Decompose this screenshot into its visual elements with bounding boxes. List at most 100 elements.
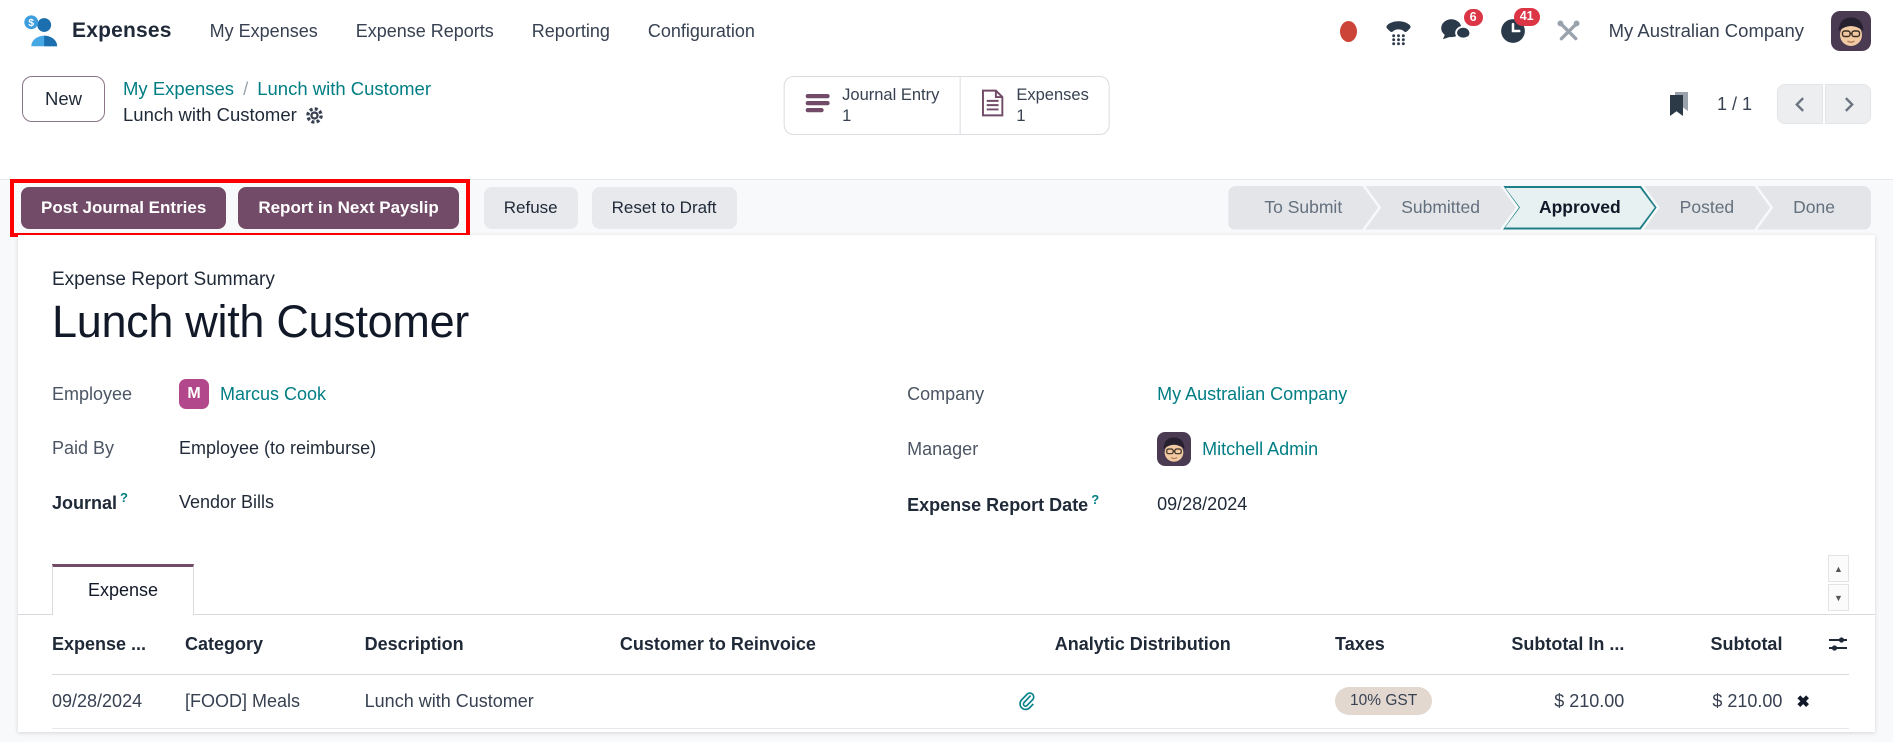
cell-subtotal-in: $ 210.00: [1495, 674, 1624, 728]
status-step-posted[interactable]: Posted: [1644, 186, 1770, 230]
col-description[interactable]: Description: [365, 615, 620, 674]
status-step-submitted[interactable]: Submitted: [1365, 186, 1516, 230]
employee-avatar: M: [179, 379, 209, 409]
field-label: Expense Report Date?: [907, 492, 1157, 516]
breadcrumb-separator: /: [243, 78, 248, 100]
cell-category[interactable]: [FOOD] Meals: [185, 674, 365, 728]
field-label: Paid By: [52, 438, 179, 459]
refuse-button[interactable]: Refuse: [484, 187, 578, 229]
status-step-to-submit[interactable]: To Submit: [1228, 186, 1378, 230]
cell-subtotal: $ 210.00: [1624, 674, 1782, 728]
scroll-up-icon[interactable]: ▲: [1828, 555, 1849, 582]
main-menu: My Expenses Expense Reports Reporting Co…: [210, 21, 755, 42]
status-step-approved[interactable]: Approved: [1503, 186, 1657, 230]
messages-icon[interactable]: 6: [1440, 17, 1471, 46]
app-switcher[interactable]: $ Expenses: [22, 13, 172, 50]
menu-configuration[interactable]: Configuration: [648, 21, 755, 42]
menu-my-expenses[interactable]: My Expenses: [210, 21, 318, 42]
messages-count-badge: 6: [1464, 9, 1483, 27]
field-employee: Employee M Marcus Cook: [52, 378, 907, 410]
col-analytic-distribution[interactable]: Analytic Distribution: [1055, 615, 1335, 674]
pager-counter: 1 / 1: [1717, 94, 1752, 115]
status-step-done[interactable]: Done: [1757, 186, 1871, 230]
menu-reporting[interactable]: Reporting: [532, 21, 610, 42]
field-expense-report-date: Expense Report Date? 09/28/2024: [907, 488, 1841, 520]
field-journal: Journal? Vendor Bills: [52, 486, 907, 518]
employee-link[interactable]: Marcus Cook: [220, 384, 326, 405]
page-title[interactable]: Lunch with Customer: [52, 296, 1841, 348]
help-tooltip-icon[interactable]: ?: [120, 490, 128, 505]
journal-entry-bars-icon: [804, 92, 830, 119]
expense-line-row[interactable]: 09/28/2024 [FOOD] Meals Lunch with Custo…: [52, 674, 1849, 728]
top-navbar: $ Expenses My Expenses Expense Reports R…: [0, 0, 1893, 62]
new-button[interactable]: New: [22, 76, 105, 122]
form-sheet: Expense Report Summary Lunch with Custom…: [18, 235, 1875, 732]
table-scrollbar: ▲ ▼: [1828, 555, 1849, 611]
cell-customer-to-reinvoice[interactable]: [620, 674, 999, 728]
smart-button-label: Journal Entry: [842, 85, 939, 106]
field-label: Journal?: [52, 490, 179, 514]
paid-by-value[interactable]: Employee (to reimburse): [179, 438, 376, 459]
activities-clock-icon[interactable]: 41: [1498, 16, 1528, 46]
breadcrumb-my-expenses[interactable]: My Expenses: [123, 78, 234, 100]
tax-tag[interactable]: 10% GST: [1335, 687, 1432, 715]
field-company: Company My Australian Company: [907, 378, 1841, 410]
scroll-down-icon[interactable]: ▼: [1828, 584, 1849, 611]
cell-analytic-distribution[interactable]: [1055, 674, 1335, 728]
journal-value[interactable]: Vendor Bills: [179, 492, 274, 513]
company-switcher[interactable]: My Australian Company: [1609, 20, 1804, 42]
smart-buttons: Journal Entry 1 Expenses 1: [783, 76, 1110, 135]
app-name: Expenses: [72, 19, 172, 43]
pager-next-button[interactable]: [1825, 84, 1871, 124]
reset-to-draft-button[interactable]: Reset to Draft: [592, 187, 737, 229]
col-attachment: [999, 615, 1055, 674]
post-journal-entries-button[interactable]: Post Journal Entries: [21, 187, 226, 229]
col-subtotal[interactable]: Subtotal: [1624, 615, 1782, 674]
user-avatar[interactable]: [1831, 11, 1871, 51]
activities-count-badge: 41: [1514, 8, 1540, 26]
manager-avatar: [1157, 432, 1191, 466]
breadcrumb-current-record[interactable]: Lunch with Customer: [257, 78, 431, 100]
smart-button-count: 1: [1016, 106, 1088, 127]
svg-text:$: $: [28, 17, 34, 28]
cell-expense-date[interactable]: 09/28/2024: [52, 674, 185, 728]
expenses-app-icon: $: [22, 13, 59, 50]
voip-phone-icon[interactable]: [1384, 17, 1413, 46]
bookmark-favorite-icon[interactable]: [1666, 90, 1692, 118]
menu-expense-reports[interactable]: Expense Reports: [356, 21, 494, 42]
smart-button-label: Expenses: [1016, 85, 1088, 106]
control-panel: New My Expenses / Lunch with Customer Lu…: [0, 62, 1893, 179]
help-tooltip-icon[interactable]: ?: [1091, 492, 1099, 507]
field-paid-by: Paid By Employee (to reimburse): [52, 432, 907, 464]
smart-button-expenses[interactable]: Expenses 1: [959, 77, 1108, 134]
col-expense-date[interactable]: Expense ...: [52, 615, 185, 674]
company-link[interactable]: My Australian Company: [1157, 384, 1347, 405]
red-highlight-annotation: Post Journal Entries Report in Next Pays…: [10, 179, 470, 237]
recording-indicator-icon: [1340, 21, 1357, 42]
col-customer-to-reinvoice[interactable]: Customer to Reinvoice: [620, 615, 999, 674]
notebook-tabs: Expense: [18, 564, 1875, 615]
expense-report-date-value[interactable]: 09/28/2024: [1157, 494, 1247, 515]
field-label: Employee: [52, 384, 179, 405]
summary-label: Expense Report Summary: [52, 269, 1841, 291]
col-taxes[interactable]: Taxes: [1335, 615, 1495, 674]
field-manager: Manager: [907, 432, 1841, 466]
gear-actions-icon[interactable]: [305, 106, 324, 125]
action-bar: Post Journal Entries Report in Next Pays…: [0, 179, 1893, 235]
delete-line-icon[interactable]: ✖: [1782, 694, 1809, 711]
optional-columns-sliders-icon[interactable]: [1782, 634, 1849, 654]
field-label: Company: [907, 384, 1157, 405]
attachment-paperclip-icon[interactable]: [999, 691, 1055, 711]
expense-lines-table: Expense ... Category Description Custome…: [52, 615, 1849, 729]
tab-expense[interactable]: Expense: [52, 564, 194, 615]
pager-previous-button[interactable]: [1777, 84, 1823, 124]
manager-link[interactable]: Mitchell Admin: [1202, 439, 1318, 460]
col-category[interactable]: Category: [185, 615, 365, 674]
debug-tools-icon[interactable]: [1555, 18, 1582, 45]
report-in-next-payslip-button[interactable]: Report in Next Payslip: [238, 187, 458, 229]
cell-description[interactable]: Lunch with Customer: [365, 674, 620, 728]
col-subtotal-in[interactable]: Subtotal In ...: [1495, 615, 1624, 674]
smart-button-journal-entry[interactable]: Journal Entry 1: [784, 77, 959, 134]
record-subtitle: Lunch with Customer: [123, 104, 297, 126]
expense-document-icon: [980, 89, 1004, 122]
